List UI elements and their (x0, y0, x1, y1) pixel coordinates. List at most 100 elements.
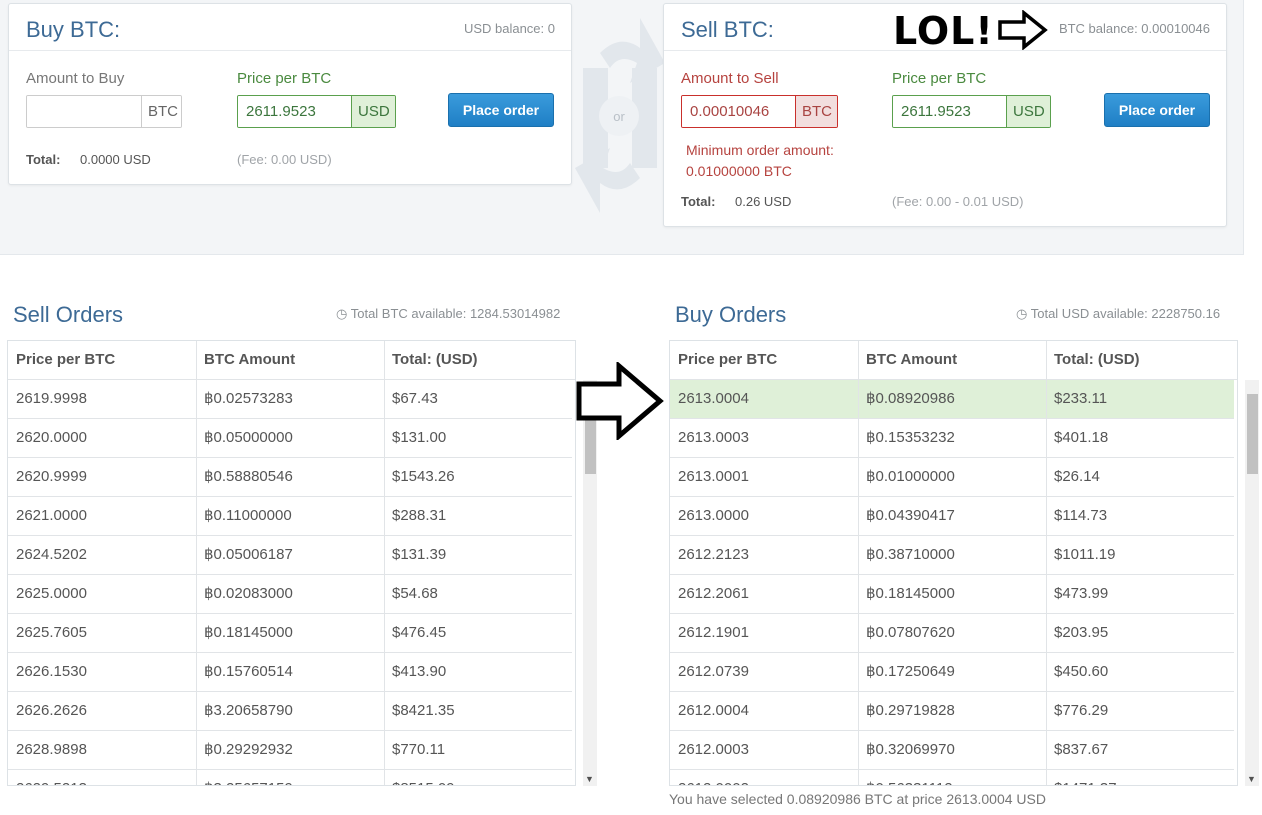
price-cell: 2621.0000 (16, 507, 87, 524)
column-header: Price per BTC (678, 351, 778, 368)
amount-cell: ฿0.11000000 (204, 507, 292, 524)
table-row[interactable]: 2620.0000 ฿0.05000000 $131.00 (8, 419, 572, 458)
sell-fee: (Fee: 0.00 - 0.01 USD) (892, 194, 1024, 209)
usd-unit-addon: USD (351, 96, 395, 127)
total-cell: $131.39 (392, 546, 447, 563)
annotation-arrow-icon (998, 10, 1048, 50)
total-cell: $401.18 (1054, 429, 1109, 446)
price-cell: 2625.0000 (16, 585, 87, 602)
clock-icon: ◷ (1016, 306, 1028, 321)
table-row[interactable]: 2626.2626 ฿3.20658790 $8421.35 (8, 692, 572, 731)
btc-balance: BTC balance: 0.00010046 (1058, 21, 1210, 36)
column-header: BTC Amount (866, 351, 958, 368)
amount-to-sell-input[interactable] (682, 96, 795, 127)
minimum-order-label: Minimum order amount: (686, 142, 834, 158)
column-header: Price per BTC (16, 351, 116, 368)
total-cell: $67.43 (392, 390, 438, 407)
minimum-order-warning: Minimum order amount: 0.01000000 BTC (686, 140, 834, 182)
table-row[interactable]: 2624.5202 ฿0.05006187 $131.39 (8, 536, 572, 575)
price-cell: 2612.0004 (678, 702, 749, 719)
table-row[interactable]: 2613.0000 ฿0.04390417 $114.73 (670, 497, 1234, 536)
price-cell: 2620.9999 (16, 468, 87, 485)
total-usd-available: ◷ Total USD available: 2228750.16 (1016, 306, 1220, 322)
table-row[interactable]: 2613.0001 ฿0.01000000 $26.14 (670, 458, 1234, 497)
price-cell: 2612.1901 (678, 624, 749, 641)
total-cell: $450.60 (1054, 663, 1109, 680)
place-sell-order-button[interactable]: Place order (1104, 93, 1210, 127)
table-row-selected[interactable]: 2613.0004 ฿0.08920986 $233.11 (670, 380, 1234, 419)
price-cell: 2612.2061 (678, 585, 749, 602)
amount-cell: ฿0.32069970 (866, 741, 955, 758)
table-row[interactable]: 2626.1530 ฿0.15760514 $413.90 (8, 653, 572, 692)
amount-cell: ฿0.02083000 (204, 585, 293, 602)
table-row[interactable]: 2612.2061 ฿0.18145000 $473.99 (670, 575, 1234, 614)
btc-unit-addon: BTC (795, 96, 837, 127)
btc-unit-addon: BTC (141, 96, 181, 127)
table-row[interactable]: 2628.9898 ฿0.29292932 $770.11 (8, 731, 572, 770)
buy-panel-title: Buy BTC: (26, 17, 121, 42)
total-cell: $288.31 (392, 507, 447, 524)
table-row[interactable]: 2612.0739 ฿0.17250649 $450.60 (670, 653, 1234, 692)
amount-cell: ฿0.05006187 (204, 546, 293, 563)
total-cell: $131.00 (392, 429, 447, 446)
scroll-down-arrow-icon[interactable]: ▼ (1247, 774, 1256, 784)
amount-cell: ฿0.29292932 (204, 741, 293, 758)
or-badge: or (599, 96, 639, 136)
table-row[interactable]: 2620.9999 ฿0.58880546 $1543.26 (8, 458, 572, 497)
amount-cell: ฿0.04390417 (866, 507, 955, 524)
buy-orders-title: Buy Orders (675, 302, 787, 327)
table-row[interactable]: 2625.7605 ฿0.18145000 $476.45 (8, 614, 572, 653)
lol-annotation: LOL! (893, 9, 994, 53)
sell-total-value: 0.26 USD (735, 194, 792, 209)
total-cell: $114.73 (1054, 507, 1108, 524)
table-row[interactable]: 2612.0004 ฿0.29719828 $776.29 (670, 692, 1234, 731)
column-divider (858, 341, 859, 785)
sell-price-label: Price per BTC (892, 70, 987, 87)
usd-balance: USD balance: 0 (463, 21, 555, 36)
buy-orders-scrollbar[interactable]: ▼ (1245, 380, 1259, 786)
buy-fee: (Fee: 0.00 USD) (237, 152, 332, 167)
buy-price-input[interactable] (238, 96, 351, 127)
place-buy-order-button[interactable]: Place order (448, 93, 554, 127)
total-cell: $26.14 (1054, 468, 1100, 485)
total-usd-available-text: Total USD available: 2228750.16 (1030, 306, 1221, 321)
table-row[interactable]: 2629.5213 ฿3.25657159 $8515.09 (8, 770, 572, 785)
table-row[interactable]: 2619.9998 ฿0.02573283 $67.43 (8, 380, 572, 419)
buy-panel-header: Buy BTC: USD balance: 0 (9, 4, 571, 51)
selection-message: You have selected 0.08920986 BTC at pric… (669, 791, 1046, 807)
price-cell: 2620.0000 (16, 429, 87, 446)
amount-cell: ฿0.38710000 (866, 546, 955, 563)
scroll-down-arrow-icon[interactable]: ▼ (585, 774, 594, 784)
column-header: Total: (USD) (1054, 351, 1140, 368)
table-row[interactable]: 2613.0003 ฿0.15353232 $401.18 (670, 419, 1234, 458)
column-divider (1046, 341, 1047, 785)
amount-cell: ฿3.20658790 (204, 702, 293, 719)
total-btc-available-text: Total BTC available: 1284.53014982 (350, 306, 561, 321)
table-row[interactable]: 2621.0000 ฿0.11000000 $288.31 (8, 497, 572, 536)
scrollbar-thumb[interactable] (1247, 394, 1258, 474)
total-cell: $473.99 (1054, 585, 1109, 602)
table-row[interactable]: 2625.0000 ฿0.02083000 $54.68 (8, 575, 572, 614)
amount-to-buy-label: Amount to Buy (26, 70, 125, 87)
total-cell: $1471.37 (1046, 770, 1117, 785)
amount-cell: ฿0.01000000 (866, 468, 955, 485)
price-cell: 2626.2626 (16, 702, 87, 719)
table-row[interactable]: 2612.0003 ฿0.32069970 $837.67 (670, 731, 1234, 770)
amount-cell: ฿0.56331112 (858, 770, 953, 785)
sell-price-input[interactable] (893, 96, 1006, 127)
price-cell: 2625.7605 (16, 624, 87, 641)
total-btc-available: ◷ Total BTC available: 1284.53014982 (336, 306, 560, 322)
table-row[interactable]: 2612.0002 ฿0.56331112 $1471.37 (670, 770, 1234, 785)
amount-cell: ฿0.58880546 (204, 468, 293, 485)
clock-icon: ◷ (336, 306, 348, 321)
table-row[interactable]: 2612.2123 ฿0.38710000 $1011.19 (670, 536, 1234, 575)
amount-cell: ฿0.18145000 (204, 624, 293, 641)
table-row[interactable]: 2612.1901 ฿0.07807620 $203.95 (670, 614, 1234, 653)
amount-to-buy-input[interactable] (27, 96, 141, 127)
pointer-arrow-icon (576, 362, 664, 440)
sell-orders-scrollbar[interactable]: ▼ (583, 380, 597, 786)
total-cell: $203.95 (1054, 624, 1109, 641)
price-cell: 2612.0003 (678, 741, 749, 758)
price-cell: 2628.9898 (16, 741, 87, 758)
amount-cell: ฿3.25657159 (196, 770, 293, 785)
